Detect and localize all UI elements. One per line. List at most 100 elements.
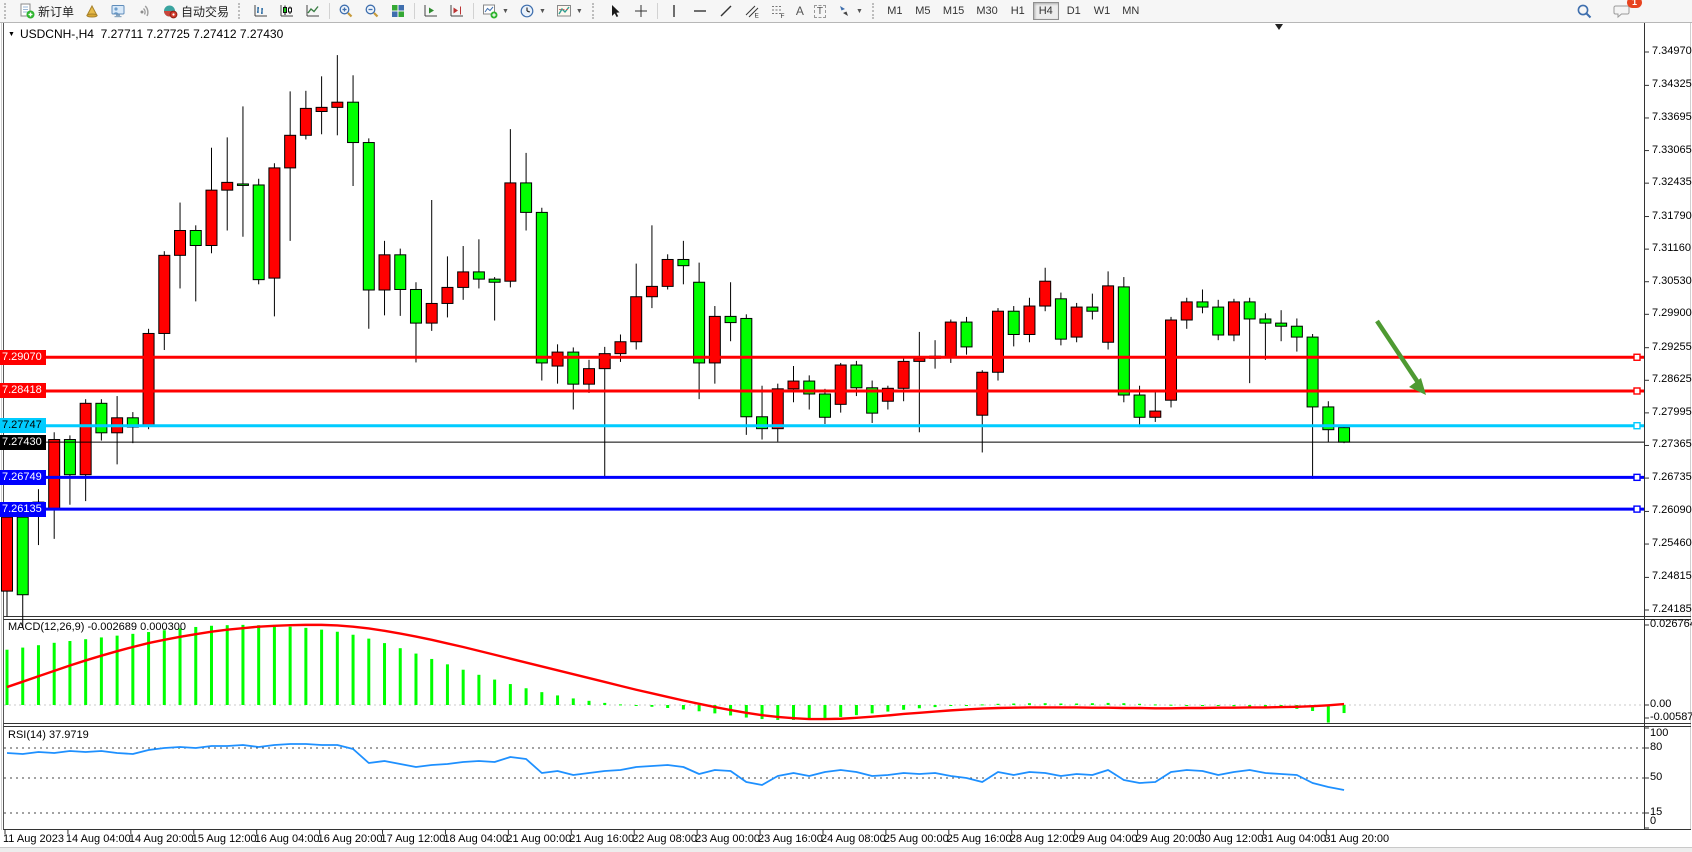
- tile-windows-icon: [390, 3, 406, 19]
- candle-chart-button[interactable]: [274, 0, 300, 22]
- template-button[interactable]: ▼: [551, 0, 588, 22]
- new-order-label: 新订单: [38, 3, 74, 20]
- autotrading-button[interactable]: 自动交易: [157, 0, 234, 22]
- timeframe-button-mn[interactable]: MN: [1117, 2, 1144, 20]
- search-button[interactable]: [1571, 0, 1598, 22]
- tile-windows-button[interactable]: [385, 0, 411, 22]
- timeframe-button-h4[interactable]: H4: [1033, 2, 1059, 20]
- chevron-down-icon: ▼: [539, 8, 546, 15]
- timeframe-button-w1[interactable]: W1: [1089, 2, 1116, 20]
- monitor-icon: [110, 3, 126, 19]
- zoom-out-icon: [364, 3, 380, 19]
- cursor-icon: [607, 3, 623, 19]
- chart-svg: [0, 0, 1692, 852]
- toolbar-grip[interactable]: [592, 3, 599, 19]
- fibonacci-icon: F: [770, 3, 786, 19]
- chart-canvas[interactable]: [0, 22, 1692, 852]
- template-icon: [556, 3, 572, 19]
- equidistant-channel-icon: E: [744, 3, 760, 19]
- line-handle[interactable]: [1634, 388, 1640, 394]
- zoom-in-button[interactable]: [333, 0, 359, 22]
- new-chart-button[interactable]: ▼: [477, 0, 514, 22]
- vertical-line-icon: [666, 3, 682, 19]
- chart-shift-marker[interactable]: [1275, 24, 1283, 30]
- toolbar-grip[interactable]: [4, 3, 11, 19]
- symbols-button[interactable]: [79, 0, 105, 22]
- line-handle[interactable]: [1634, 354, 1640, 360]
- chart-shift-icon: [449, 3, 465, 19]
- chevron-down-icon: ▼: [576, 8, 583, 15]
- trendline-tool-button[interactable]: [713, 0, 739, 22]
- mt4-window: 新订单: [0, 0, 1692, 852]
- timeframe-bar: M1M5M15M30H1H4D1W1MN: [882, 2, 1144, 20]
- autotrading-icon: [162, 3, 178, 19]
- notification-badge: 1: [1627, 0, 1642, 8]
- new-order-button[interactable]: 新订单: [14, 0, 79, 22]
- toolbar-separator: [657, 3, 658, 19]
- toolbar-separator: [414, 3, 415, 19]
- crosshair-tool-button[interactable]: [628, 0, 654, 22]
- toolbar-separator: [473, 3, 474, 19]
- arrows-tool-button[interactable]: ▼: [831, 0, 868, 22]
- line-handle[interactable]: [5, 474, 11, 480]
- line-handle[interactable]: [5, 423, 11, 429]
- chart-shift-button[interactable]: [444, 0, 470, 22]
- auto-scroll-button[interactable]: [418, 0, 444, 22]
- bar-chart-button[interactable]: [248, 0, 274, 22]
- timeframe-button-m15[interactable]: M15: [938, 2, 969, 20]
- candlesticks: [2, 55, 1350, 627]
- signal-icon: [136, 3, 152, 19]
- svg-text:F: F: [780, 13, 784, 19]
- svg-text:E: E: [754, 13, 759, 20]
- window-bottom-edge: [0, 847, 1692, 852]
- signal-button[interactable]: [131, 0, 157, 22]
- toolbar-separator: [329, 3, 330, 19]
- line-handle[interactable]: [5, 506, 11, 512]
- timeframe-button-h1[interactable]: H1: [1005, 2, 1031, 20]
- zoom-in-icon: [338, 3, 354, 19]
- chevron-down-icon: ▼: [856, 8, 863, 15]
- timeframe-button-m1[interactable]: M1: [882, 2, 908, 20]
- toolbar-grip[interactable]: [872, 3, 879, 19]
- candle-chart-icon: [279, 3, 295, 19]
- text-label-icon: T: [814, 5, 826, 18]
- search-icon: [1576, 3, 1593, 20]
- horizontal-line-tool-button[interactable]: [687, 0, 713, 22]
- terminal-button[interactable]: [105, 0, 131, 22]
- bar-chart-icon: [253, 3, 269, 19]
- line-handle[interactable]: [1634, 423, 1640, 429]
- notifications-button[interactable]: 1: [1608, 0, 1636, 22]
- line-handle[interactable]: [5, 388, 11, 394]
- timeframe-button-d1[interactable]: D1: [1061, 2, 1087, 20]
- clock-icon: [519, 3, 535, 19]
- line-chart-button[interactable]: [300, 0, 326, 22]
- timeframe-button-m5[interactable]: M5: [910, 2, 936, 20]
- chevron-down-icon: ▼: [502, 8, 509, 15]
- timeframe-button-m30[interactable]: M30: [971, 2, 1002, 20]
- line-chart-icon: [305, 3, 321, 19]
- autotrading-label: 自动交易: [181, 3, 229, 20]
- auto-scroll-icon: [423, 3, 439, 19]
- rsi-line: [7, 744, 1344, 790]
- channel-tool-button[interactable]: E: [739, 0, 765, 22]
- text-tool-button[interactable]: A: [791, 0, 809, 22]
- text-icon: A: [796, 4, 804, 18]
- period-button[interactable]: ▼: [514, 0, 551, 22]
- vertical-line-tool-button[interactable]: [661, 0, 687, 22]
- line-handle[interactable]: [1634, 474, 1640, 480]
- fibonacci-tool-button[interactable]: F: [765, 0, 791, 22]
- line-handle[interactable]: [5, 354, 11, 360]
- text-label-tool-button[interactable]: T: [809, 0, 831, 22]
- arrows-icon: [836, 3, 852, 19]
- cone-icon: [84, 3, 100, 19]
- new-order-icon: [19, 3, 35, 19]
- toolbar-grip[interactable]: [238, 3, 245, 19]
- cursor-tool-button[interactable]: [602, 0, 628, 22]
- horizontal-line-icon: [692, 3, 708, 19]
- crosshair-icon: [633, 3, 649, 19]
- zoom-out-button[interactable]: [359, 0, 385, 22]
- line-handle[interactable]: [1634, 506, 1640, 512]
- toolbar: 新订单: [0, 0, 1692, 23]
- trendline-icon: [718, 3, 734, 19]
- new-chart-icon: [482, 3, 498, 19]
